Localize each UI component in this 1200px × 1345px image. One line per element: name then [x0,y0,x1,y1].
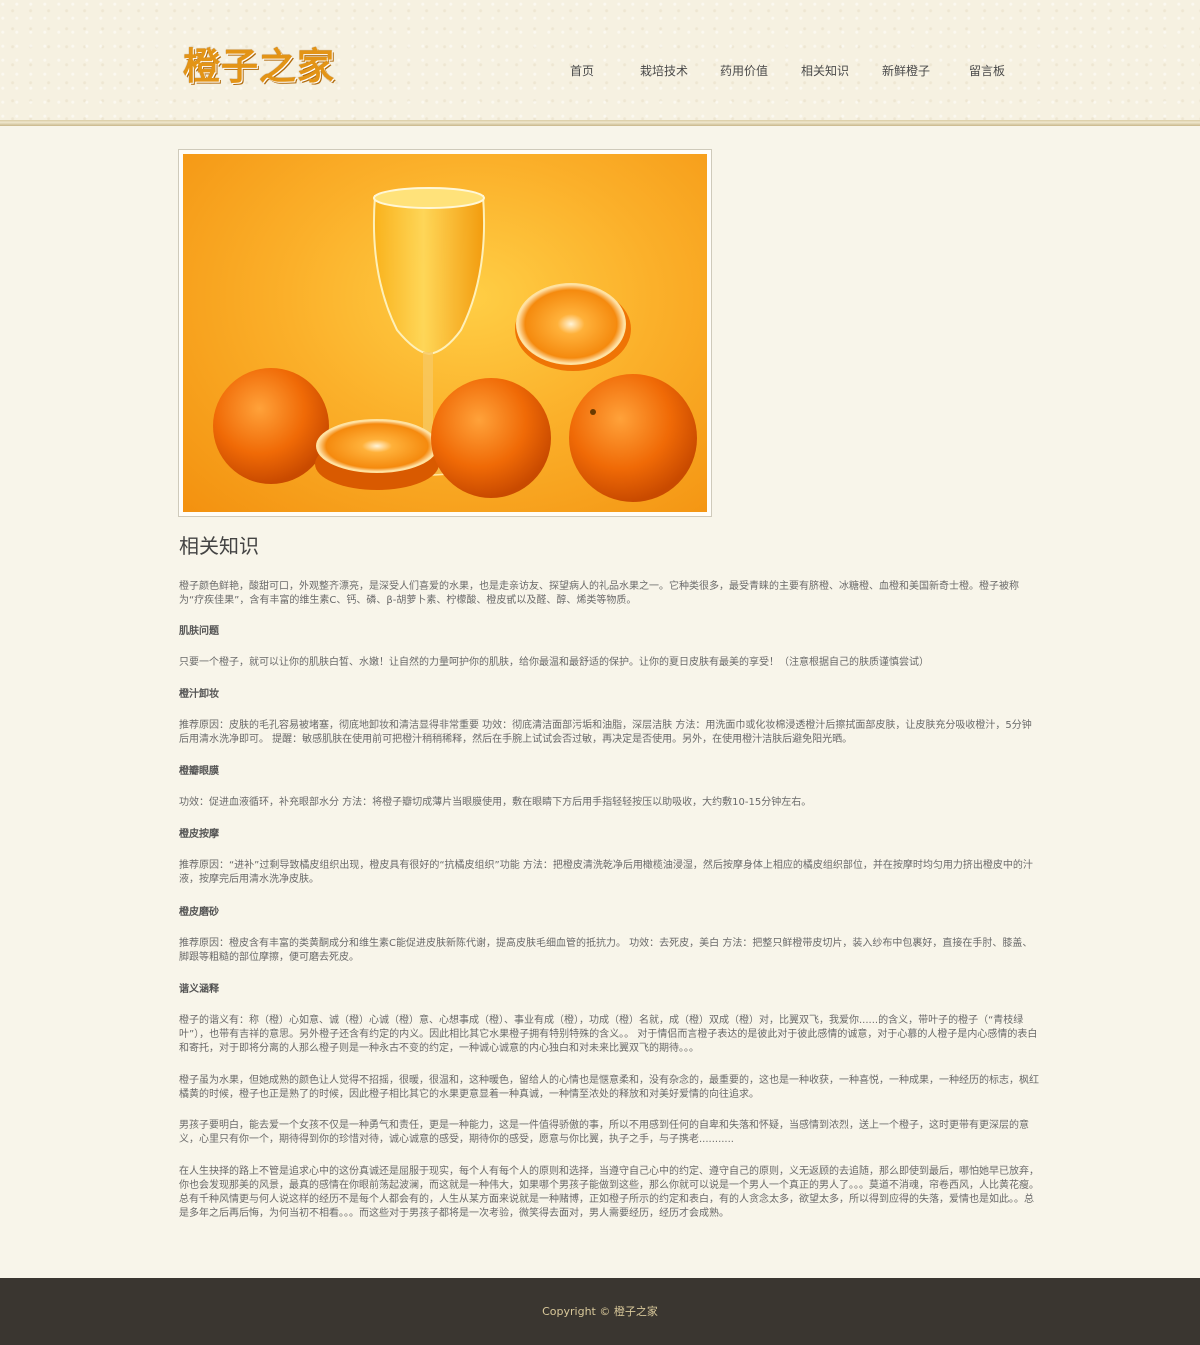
site-header [0,0,1200,122]
nav-related-knowledge[interactable]: 相关知识 [801,62,849,80]
section-title: 相关知识 [179,534,259,558]
paragraph-peel-scrub: 推荐原因：橙皮含有丰富的类黄酮成分和维生素C能促进皮肤新陈代谢，提高皮肤毛细血管… [179,938,1033,963]
site-logo[interactable]: 橙子之家 [183,44,335,88]
paragraph-eye-mask: 功效：促进血液循环，补充眼部水分 方法：将橙子瓣切成薄片当眼膜使用，敷在眼睛下方… [179,797,812,808]
nav-home[interactable]: 首页 [570,62,594,80]
paragraph-peel-massage: 推荐原因：“进补”过剩导致橘皮组织出现，橙皮具有很好的“抗橘皮组织”功能 方法：… [179,860,1033,885]
hero-image-frame [178,149,712,517]
heading-peel-massage: 橙皮按摩 [179,829,219,840]
heading-eye-mask: 橙瓣眼膜 [179,766,219,777]
paragraph-meaning-4: 在人生抉择的路上不管是追求心中的这份真诚还是屈服于现实，每个人有每个人的原则和选… [179,1166,1039,1219]
orange-juice-photo [183,154,707,512]
paragraph-skin-problems: 只要一个橙子，就可以让你的肌肤白皙、水嫩！让自然的力量呵护你的肌肤，给你最温和最… [179,657,929,668]
paragraph-meaning-1: 橙子的谐义有：称（橙）心如意、诚（橙）心诚（橙）意、心想事成（橙）、事业有成（橙… [179,1015,1038,1054]
heading-juice-cleansing: 橙汁卸妆 [179,689,219,700]
paragraph-meaning-2: 橙子虽为水果，但她成熟的颜色让人觉得不招摇，很暖，很温和，这种暖色，留给人的心情… [179,1075,1039,1100]
nav-cultivation[interactable]: 栽培技术 [640,62,688,80]
nav-message-board[interactable]: 留言板 [969,62,1005,80]
paragraph-juice-cleansing: 推荐原因：皮肤的毛孔容易被堵塞，彻底地卸妆和清洁显得非常重要 功效：彻底清洁面部… [179,720,1032,745]
heading-skin-problems: 肌肤问题 [179,626,219,637]
site-footer: Copyright © 橙子之家 [0,1278,1200,1345]
header-divider [0,120,1200,126]
intro-paragraph: 橙子颜色鲜艳，酸甜可口，外观整齐漂亮，是深受人们喜爱的水果，也是走亲访友、探望病… [179,581,1019,606]
heading-meaning: 谐义涵释 [179,984,219,995]
nav-medicinal-value[interactable]: 药用价值 [720,62,768,80]
heading-peel-scrub: 橙皮磨砂 [179,907,219,918]
paragraph-meaning-3: 男孩子要明白，能去爱一个女孩不仅是一种勇气和责任，更是一种能力，这是一件值得骄傲… [179,1120,1029,1145]
copyright-text: Copyright © 橙子之家 [542,1305,658,1318]
nav-fresh-oranges[interactable]: 新鲜橙子 [882,62,930,80]
